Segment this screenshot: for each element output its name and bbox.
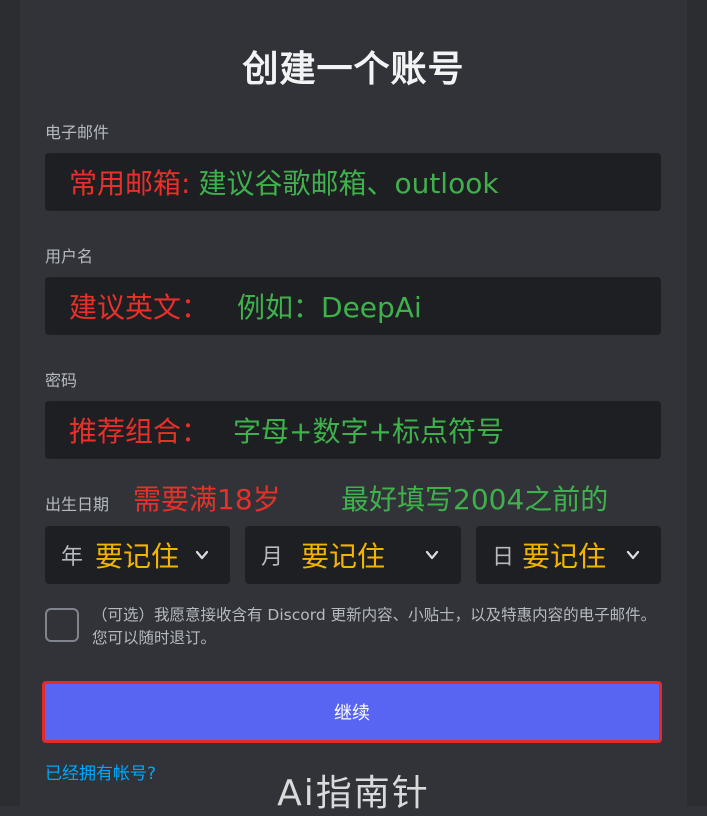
newsletter-checkbox[interactable] [45,608,79,642]
password-note-red: 推荐组合： [69,415,210,448]
day-placeholder: 日 [492,545,515,570]
register-form: 创建一个账号 电子邮件 常用邮箱: 建议谷歌邮箱、outlook 用户名 建议英… [20,0,687,806]
page-edge-left [0,0,20,806]
email-field[interactable]: 常用邮箱: 建议谷歌邮箱、outlook [45,153,661,211]
dob-note-green: 最好填写2004之前的 [341,483,609,516]
month-select[interactable]: 月 要记住 [245,526,461,584]
password-note-green: 字母+数字+标点符号 [233,415,504,448]
year-value: 要记住 [95,540,180,573]
email-note-green: 建议谷歌邮箱、outlook [198,167,499,200]
month-placeholder: 月 [261,545,284,570]
year-placeholder: 年 [61,545,84,570]
consent-text: （可选）我愿意接收含有 Discord 更新内容、小贴士，以及特惠内容的电子邮件… [92,606,657,647]
password-label: 密码 [45,371,78,390]
chevron-down-icon [626,550,640,560]
dob-note-red: 需要满18岁 [133,483,281,516]
username-label: 用户名 [45,247,94,266]
username-note-green: 例如：DeepAi [237,291,422,324]
form-title: 创建一个账号 [242,49,465,90]
dob-row: 年 要记住 月 要记住 日 要记住 [45,526,661,584]
chevron-down-icon [195,550,209,560]
page-edge-right [687,0,707,806]
continue-button[interactable]: 继续 [42,681,662,743]
day-value: 要记住 [522,540,607,573]
password-field[interactable]: 推荐组合： 字母+数字+标点符号 [45,401,661,459]
day-select[interactable]: 日 要记住 [476,526,661,584]
username-note-red: 建议英文： [69,291,210,324]
email-note-red: 常用邮箱: [69,167,191,200]
watermark: Ai指南针 [277,773,430,814]
email-label: 电子邮件 [45,123,110,142]
year-select[interactable]: 年 要记住 [45,526,230,584]
chevron-down-icon [425,550,439,560]
dob-label: 出生日期 [45,495,110,514]
month-value: 要记住 [301,540,386,573]
username-field[interactable]: 建议英文： 例如：DeepAi [45,277,661,335]
